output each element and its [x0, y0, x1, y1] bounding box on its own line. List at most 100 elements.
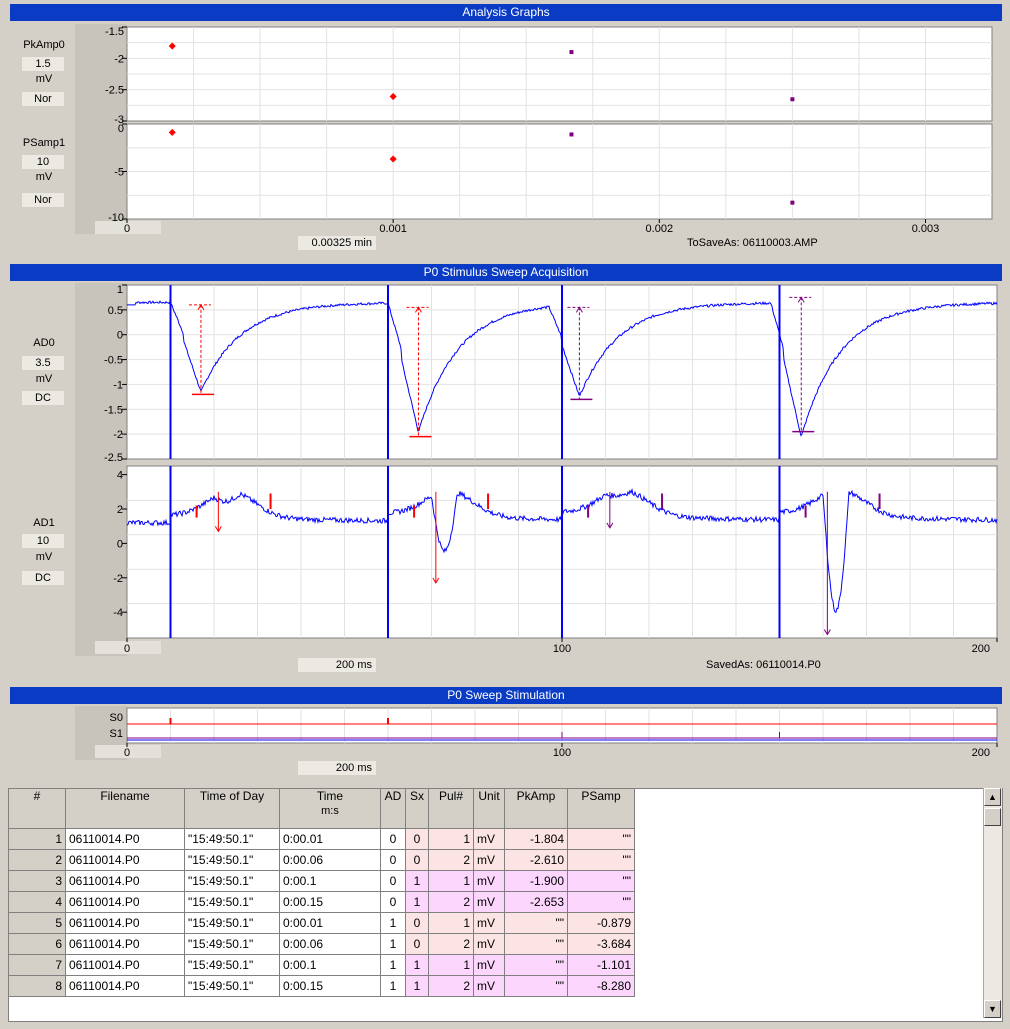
table-row[interactable]: 4 06110014.P0 "15:49:50.1" 0:00.15 0 1 2 mV -2.6… [8, 891, 635, 913]
cell-ad[interactable]: 1 [380, 933, 406, 955]
cell-pul[interactable]: 1 [428, 954, 474, 976]
table-row[interactable]: 5 06110014.P0 "15:49:50.1" 0:00.01 1 0 1 mV "" -0… [8, 912, 635, 934]
cell-unit[interactable]: mV [473, 975, 505, 997]
col-header-sx[interactable]: Sx [405, 788, 429, 829]
cell-time-of-day[interactable]: "15:49:50.1" [184, 954, 280, 976]
cell-time[interactable]: 0:00.1 [279, 870, 381, 892]
cell-pkamp[interactable]: "" [504, 912, 568, 934]
cell-ad[interactable]: 1 [380, 975, 406, 997]
cell-unit[interactable]: mV [473, 954, 505, 976]
cell-time[interactable]: 0:00.06 [279, 849, 381, 871]
cell-unit[interactable]: mV [473, 828, 505, 850]
cell-time[interactable]: 0:00.01 [279, 912, 381, 934]
cell-unit[interactable]: mV [473, 933, 505, 955]
cell-pkamp[interactable]: -1.804 [504, 828, 568, 850]
cell-psamp[interactable]: "" [567, 870, 635, 892]
cell-pul[interactable]: 2 [428, 933, 474, 955]
cell-filename[interactable]: 06110014.P0 [65, 891, 185, 913]
row-index[interactable]: 5 [8, 912, 66, 934]
row-index[interactable]: 3 [8, 870, 66, 892]
scroll-up-arrow-icon[interactable]: ▲ [984, 788, 1001, 806]
row-index[interactable]: 4 [8, 891, 66, 913]
col-header-pul[interactable]: Pul# [428, 788, 474, 829]
cell-unit[interactable]: mV [473, 849, 505, 871]
cell-pkamp[interactable]: "" [504, 975, 568, 997]
cell-time-of-day[interactable]: "15:49:50.1" [184, 891, 280, 913]
table-vertical-scrollbar[interactable]: ▲ ▼ [983, 788, 1002, 1018]
cell-ad[interactable]: 0 [380, 849, 406, 871]
col-header-index[interactable]: # [8, 788, 66, 829]
cell-sx[interactable]: 0 [405, 933, 429, 955]
cell-sx[interactable]: 1 [405, 891, 429, 913]
cell-ad[interactable]: 1 [380, 954, 406, 976]
cell-time[interactable]: 0:00.15 [279, 891, 381, 913]
row-index[interactable]: 1 [8, 828, 66, 850]
cell-sx[interactable]: 0 [405, 912, 429, 934]
col-header-filename[interactable]: Filename [65, 788, 185, 829]
cell-unit[interactable]: mV [473, 870, 505, 892]
cell-filename[interactable]: 06110014.P0 [65, 954, 185, 976]
cell-psamp[interactable]: -0.879 [567, 912, 635, 934]
cell-time[interactable]: 0:00.15 [279, 975, 381, 997]
col-header-unit[interactable]: Unit [473, 788, 505, 829]
cell-ad[interactable]: 1 [380, 912, 406, 934]
cell-sx[interactable]: 1 [405, 975, 429, 997]
col-header-ad[interactable]: AD [380, 788, 406, 829]
cell-unit[interactable]: mV [473, 912, 505, 934]
row-index[interactable]: 8 [8, 975, 66, 997]
cell-pul[interactable]: 1 [428, 828, 474, 850]
row-index[interactable]: 2 [8, 849, 66, 871]
cell-pkamp[interactable]: "" [504, 933, 568, 955]
cell-psamp[interactable]: "" [567, 891, 635, 913]
table-row[interactable]: 7 06110014.P0 "15:49:50.1" 0:00.1 1 1 1 mV "" -1.… [8, 954, 635, 976]
cell-psamp[interactable]: -1.101 [567, 954, 635, 976]
cell-filename[interactable]: 06110014.P0 [65, 828, 185, 850]
scroll-down-arrow-icon[interactable]: ▼ [984, 1000, 1001, 1018]
cell-pul[interactable]: 1 [428, 870, 474, 892]
cell-time-of-day[interactable]: "15:49:50.1" [184, 849, 280, 871]
cell-psamp[interactable]: "" [567, 828, 635, 850]
cell-pkamp[interactable]: -2.653 [504, 891, 568, 913]
cell-time[interactable]: 0:00.1 [279, 954, 381, 976]
cell-pul[interactable]: 2 [428, 891, 474, 913]
cell-ad[interactable]: 0 [380, 891, 406, 913]
cell-time-of-day[interactable]: "15:49:50.1" [184, 870, 280, 892]
cell-pkamp[interactable]: "" [504, 954, 568, 976]
table-row[interactable]: 8 06110014.P0 "15:49:50.1" 0:00.15 1 1 2 mV "" -8… [8, 975, 635, 997]
cell-unit[interactable]: mV [473, 891, 505, 913]
cell-time-of-day[interactable]: "15:49:50.1" [184, 828, 280, 850]
cell-time[interactable]: 0:00.01 [279, 828, 381, 850]
cell-filename[interactable]: 06110014.P0 [65, 975, 185, 997]
cell-sx[interactable]: 1 [405, 954, 429, 976]
cell-psamp[interactable]: -8.280 [567, 975, 635, 997]
table-row[interactable]: 6 06110014.P0 "15:49:50.1" 0:00.06 1 0 2 mV "" -3… [8, 933, 635, 955]
cell-psamp[interactable]: "" [567, 849, 635, 871]
col-header-time-of-day[interactable]: Time of Day [184, 788, 280, 829]
cell-filename[interactable]: 06110014.P0 [65, 933, 185, 955]
cell-filename[interactable]: 06110014.P0 [65, 849, 185, 871]
scroll-thumb[interactable] [984, 808, 1001, 826]
row-index[interactable]: 7 [8, 954, 66, 976]
table-row[interactable]: 1 06110014.P0 "15:49:50.1" 0:00.01 0 0 1 mV -1.8… [8, 828, 635, 850]
cell-pul[interactable]: 1 [428, 912, 474, 934]
cell-filename[interactable]: 06110014.P0 [65, 870, 185, 892]
cell-time[interactable]: 0:00.06 [279, 933, 381, 955]
col-header-time[interactable]: Time m:s [279, 788, 381, 829]
cell-pul[interactable]: 2 [428, 975, 474, 997]
cell-filename[interactable]: 06110014.P0 [65, 912, 185, 934]
cell-time-of-day[interactable]: "15:49:50.1" [184, 975, 280, 997]
table-row[interactable]: 2 06110014.P0 "15:49:50.1" 0:00.06 0 0 2 mV -2.6… [8, 849, 635, 871]
cell-sx[interactable]: 0 [405, 849, 429, 871]
cell-sx[interactable]: 1 [405, 870, 429, 892]
cell-pul[interactable]: 2 [428, 849, 474, 871]
cell-sx[interactable]: 0 [405, 828, 429, 850]
cell-time-of-day[interactable]: "15:49:50.1" [184, 933, 280, 955]
col-header-psamp[interactable]: PSamp [567, 788, 635, 829]
cell-time-of-day[interactable]: "15:49:50.1" [184, 912, 280, 934]
cell-ad[interactable]: 0 [380, 828, 406, 850]
cell-psamp[interactable]: -3.684 [567, 933, 635, 955]
cell-pkamp[interactable]: -2.610 [504, 849, 568, 871]
cell-ad[interactable]: 0 [380, 870, 406, 892]
cell-pkamp[interactable]: -1.900 [504, 870, 568, 892]
col-header-pkamp[interactable]: PkAmp [504, 788, 568, 829]
